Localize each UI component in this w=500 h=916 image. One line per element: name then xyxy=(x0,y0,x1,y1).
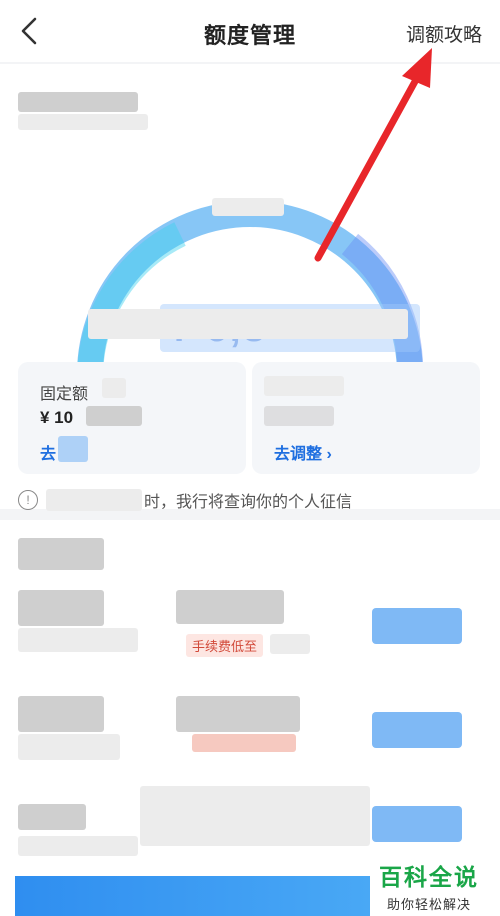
watermark: 百科全说 助你轻松解决 xyxy=(370,856,488,912)
card-subtitle-blurred xyxy=(18,114,148,130)
item-overlay-blurred xyxy=(140,786,370,846)
apply-button[interactable] xyxy=(372,806,462,842)
item-name-blurred xyxy=(18,804,86,830)
watermark-title: 百科全说 xyxy=(379,864,479,890)
item-desc-blurred xyxy=(18,734,120,760)
item-name-blurred xyxy=(18,590,104,626)
section-title-blurred xyxy=(18,538,104,570)
fee-tag: 手续费低至 xyxy=(186,634,264,657)
fixed-value-blur xyxy=(86,406,142,426)
temp-adjust-link[interactable]: 去调整 › xyxy=(274,440,332,464)
credit-check-notice: ! 时，我行将查询你的个人征信 xyxy=(18,488,488,512)
temp-value-blur xyxy=(264,406,334,426)
apply-button[interactable] xyxy=(372,712,462,748)
credit-notice-text: 时，我行将查询你的个人征信 xyxy=(144,494,353,511)
gauge-label-blurred xyxy=(212,198,284,216)
list-item[interactable]: 手续费低至 xyxy=(0,586,500,666)
temp-limit-box: 去调整 › xyxy=(252,362,480,474)
fixed-limit-label: 固定额 xyxy=(40,386,89,403)
limit-strategy-link[interactable]: 调额攻略 xyxy=(406,20,482,47)
watermark-subtitle: 助你轻松解决 xyxy=(386,897,471,912)
bottom-banner[interactable] xyxy=(15,876,370,916)
fee-tag-blur xyxy=(270,634,310,654)
top-nav-bar: 额度管理 调额攻略 xyxy=(0,0,500,62)
limit-description-blurred xyxy=(88,309,408,339)
item-desc-blurred xyxy=(18,836,138,856)
fixed-label-blur xyxy=(102,378,126,398)
fixed-limit-value: ¥ 10 xyxy=(40,408,74,427)
temp-label-blur xyxy=(264,376,344,396)
info-icon: ! xyxy=(18,490,38,510)
fixed-adjust-link[interactable]: 去 xyxy=(40,440,56,464)
fixed-limit-box: 固定额 ¥ 10 去 xyxy=(18,362,246,474)
notice-blur xyxy=(46,489,142,511)
item-rate-blurred xyxy=(176,696,300,732)
list-item[interactable] xyxy=(0,770,500,870)
fee-tag-blurred xyxy=(192,734,296,752)
limit-card: ¥ 6,8 .30 固定额 ¥ 10 去 去调整 › xyxy=(0,64,500,509)
card-title-blurred xyxy=(18,92,138,112)
item-rate-blurred xyxy=(176,590,284,624)
fixed-link-blur xyxy=(58,436,88,462)
item-name-blurred xyxy=(18,696,104,732)
item-desc-blurred xyxy=(18,628,138,652)
list-item[interactable] xyxy=(0,696,500,776)
apply-button[interactable] xyxy=(372,608,462,644)
